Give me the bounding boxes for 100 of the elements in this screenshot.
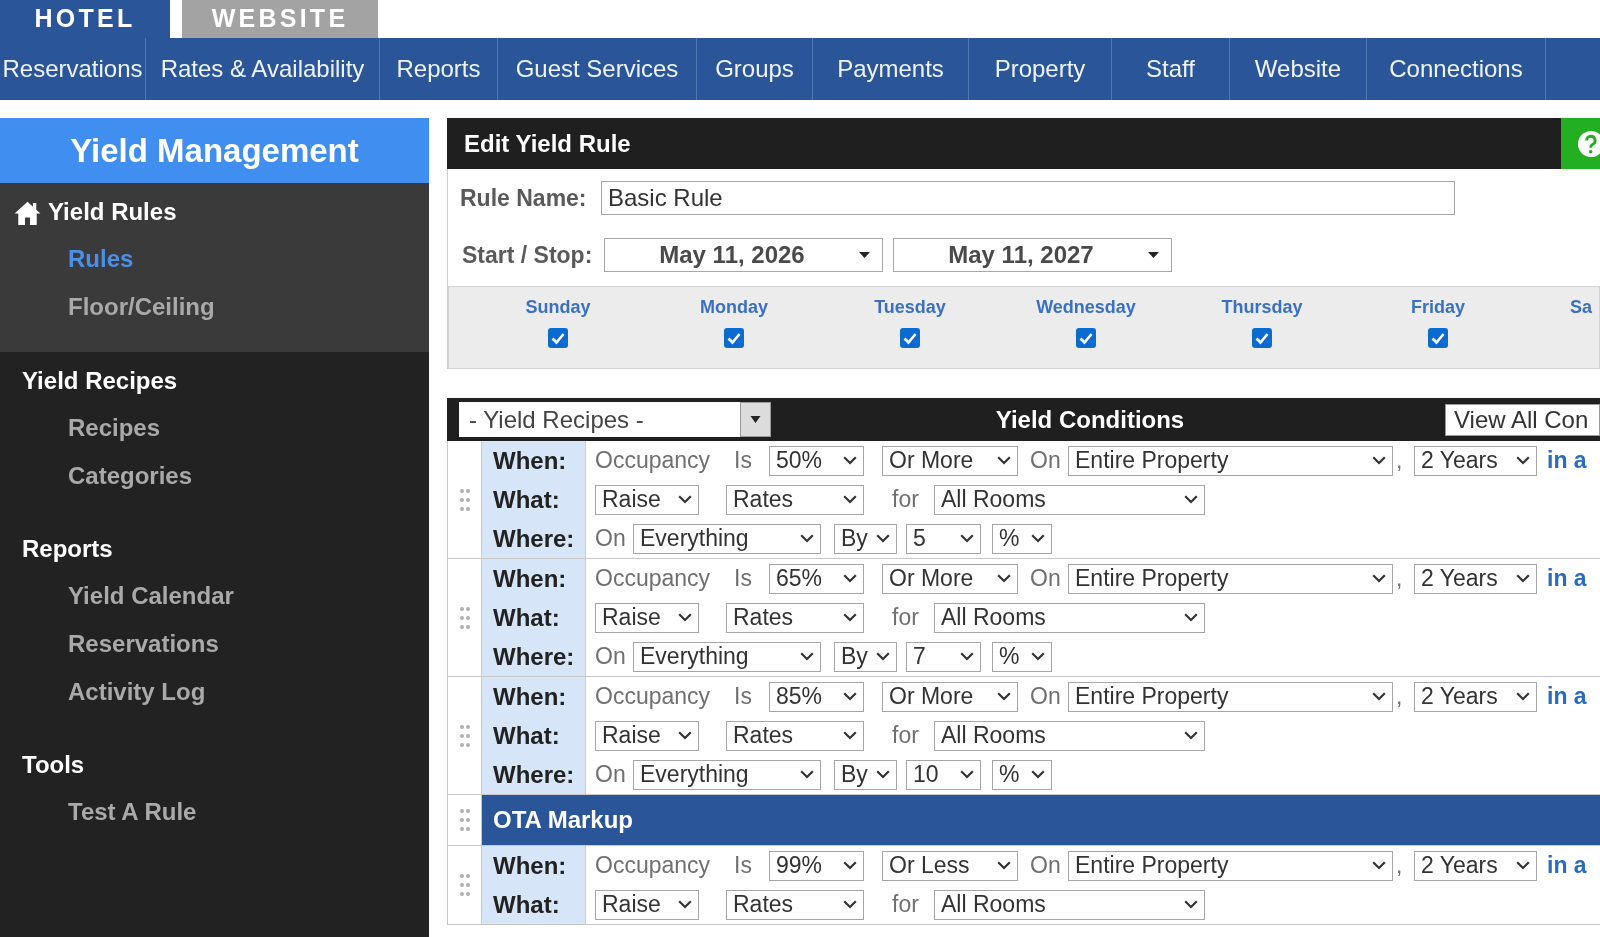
dropdown[interactable]: Everything	[633, 523, 821, 554]
chevron-icon	[1372, 574, 1386, 583]
condition-text: On	[1030, 851, 1061, 881]
dropdown[interactable]: By	[834, 523, 897, 554]
chevron-icon	[800, 534, 814, 543]
sidebar-heading[interactable]: Yield Recipes	[22, 363, 178, 399]
sidebar-link[interactable]: Recipes	[68, 410, 161, 446]
dropdown[interactable]: 50%	[769, 445, 864, 476]
dropdown[interactable]: 99%	[769, 850, 864, 881]
dropdown[interactable]: 65%	[769, 563, 864, 594]
checkbox[interactable]	[548, 328, 568, 348]
dropdown[interactable]: Entire Property	[1068, 681, 1393, 712]
dropdown[interactable]: Entire Property	[1068, 850, 1393, 881]
date-dropdown[interactable]: May 11, 2027	[893, 237, 1172, 272]
editor-title: Edit Yield Rule	[463, 128, 631, 159]
chevron-icon	[1031, 652, 1045, 661]
dropdown[interactable]: 2 Years	[1414, 681, 1537, 712]
dropdown[interactable]: All Rooms	[934, 602, 1205, 633]
sidebar-heading[interactable]: Reports	[22, 531, 113, 567]
line-label: Where:	[493, 641, 575, 672]
dropdown[interactable]: All Rooms	[934, 720, 1205, 751]
dropdown[interactable]: Raise	[595, 720, 699, 751]
dropdown[interactable]: Or Less	[882, 850, 1018, 881]
dropdown[interactable]: Rates	[726, 720, 864, 751]
dropdown[interactable]: Or More	[882, 681, 1018, 712]
dropdown[interactable]: Everything	[633, 641, 821, 672]
sidebar-heading[interactable]: Yield Rules	[48, 194, 177, 230]
dropdown[interactable]: 10	[906, 759, 981, 790]
dropdown[interactable]: Raise	[595, 484, 699, 515]
condition-text: Occupancy	[595, 564, 711, 594]
checkbox[interactable]	[724, 328, 744, 348]
dropdown[interactable]: By	[834, 641, 897, 672]
drag-handle-icon[interactable]	[459, 488, 470, 511]
nav-link[interactable]: Groups	[715, 51, 794, 87]
dropdown[interactable]: 5	[906, 523, 981, 554]
date-dropdown[interactable]: May 11, 2026	[604, 237, 883, 272]
sidebar-heading[interactable]: Tools	[22, 747, 85, 783]
nav-link[interactable]: Reports	[396, 51, 481, 87]
drag-handle-icon[interactable]	[459, 606, 470, 629]
dropdown[interactable]: All Rooms	[934, 889, 1205, 920]
product-tab[interactable]: HOTEL	[0, 0, 170, 38]
chevron-icon	[678, 495, 692, 504]
dropdown[interactable]: 2 Years	[1414, 563, 1537, 594]
dropdown[interactable]: Or More	[882, 563, 1018, 594]
nav-link[interactable]: Rates & Availability	[160, 51, 365, 87]
link[interactable]: in a	[1547, 848, 1587, 883]
drag-handle-icon[interactable]	[459, 724, 470, 747]
checkbox[interactable]	[1428, 328, 1448, 348]
field-label: Start / Stop:	[462, 241, 593, 268]
chevron-icon	[678, 731, 692, 740]
view-all-button[interactable]: View All Con	[1445, 403, 1600, 436]
chevron-icon	[1184, 613, 1198, 622]
sidebar-link[interactable]: Activity Log	[68, 674, 206, 710]
dropdown[interactable]: All Rooms	[934, 484, 1205, 515]
dropdown[interactable]: 85%	[769, 681, 864, 712]
link[interactable]: in a	[1547, 679, 1587, 714]
dropdown[interactable]: Rates	[726, 602, 864, 633]
link[interactable]: in a	[1547, 443, 1587, 478]
sidebar-link[interactable]: Floor/Ceiling	[68, 289, 215, 325]
checkbox[interactable]	[1252, 328, 1272, 348]
nav-link[interactable]: Guest Services	[515, 51, 679, 87]
dropdown[interactable]: Raise	[595, 889, 699, 920]
sidebar-link[interactable]: Test A Rule	[68, 794, 197, 830]
recipes-dropdown[interactable]: - Yield Recipes -	[459, 402, 771, 437]
dropdown[interactable]: Raise	[595, 602, 699, 633]
condition-text: for	[892, 890, 919, 920]
help-button[interactable]	[1561, 118, 1600, 169]
nav-link[interactable]: Payments	[837, 51, 944, 87]
nav-link[interactable]: Website	[1254, 51, 1342, 87]
dropdown[interactable]: Or More	[882, 445, 1018, 476]
dropdown[interactable]: Rates	[726, 889, 864, 920]
dropdown[interactable]: Entire Property	[1068, 445, 1393, 476]
dropdown[interactable]: Entire Property	[1068, 563, 1393, 594]
dropdown[interactable]: Everything	[633, 759, 821, 790]
dropdown[interactable]: %	[992, 641, 1052, 672]
dropdown[interactable]: 2 Years	[1414, 445, 1537, 476]
dropdown[interactable]: 2 Years	[1414, 850, 1537, 881]
drag-handle-icon[interactable]	[459, 809, 470, 831]
nav-link[interactable]: Reservations	[2, 51, 143, 87]
dropdown[interactable]: %	[992, 759, 1052, 790]
dropdown[interactable]: %	[992, 523, 1052, 554]
line-label: Where:	[493, 523, 575, 554]
text-input[interactable]: Basic Rule	[601, 181, 1455, 216]
drag-handle-icon[interactable]	[459, 874, 470, 896]
condition-text: for	[892, 603, 919, 633]
condition-text: Occupancy	[595, 446, 711, 476]
line-label: When:	[493, 563, 567, 594]
link[interactable]: in a	[1547, 561, 1587, 596]
sidebar-link[interactable]: Reservations	[68, 626, 219, 662]
nav-link[interactable]: Staff	[1146, 51, 1195, 87]
checkbox[interactable]	[900, 328, 920, 348]
nav-link[interactable]: Connections	[1389, 51, 1523, 87]
condition-text: On	[595, 760, 626, 790]
dropdown[interactable]: By	[834, 759, 897, 790]
sidebar-link[interactable]: Yield Calendar	[68, 578, 234, 614]
checkbox[interactable]	[1076, 328, 1096, 348]
dropdown[interactable]: 7	[906, 641, 981, 672]
dropdown[interactable]: Rates	[726, 484, 864, 515]
nav-link[interactable]: Property	[994, 51, 1086, 87]
sidebar-link[interactable]: Categories	[68, 458, 193, 494]
